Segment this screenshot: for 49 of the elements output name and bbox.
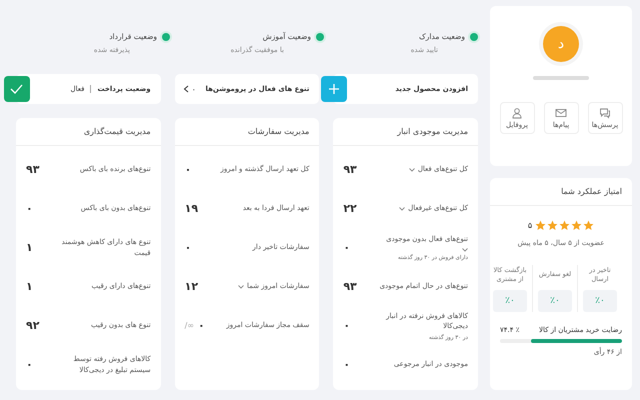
star-icon: [535, 220, 546, 231]
chevron-down-icon[interactable]: [408, 168, 415, 172]
row-value: ۹۳: [343, 280, 357, 293]
panel-title: مدیریت سفارشات: [174, 118, 320, 146]
promotion-count: ۰: [192, 84, 196, 94]
row-value: ۰: [26, 202, 33, 215]
plus-icon: [328, 83, 340, 95]
row-value: ۰: [184, 163, 192, 176]
chat-icon: [599, 107, 611, 119]
row-value: ۱: [26, 280, 33, 293]
status-dot: [316, 32, 324, 40]
star-icon: [559, 220, 570, 231]
panel-title: مدیریت قیمت‌گذاری: [16, 118, 161, 146]
row-value: ۰: [198, 319, 205, 332]
chevron-icon: [182, 85, 189, 93]
star-icon: [571, 220, 582, 231]
row-value: ۲۲: [343, 202, 357, 215]
avatar: د: [543, 26, 579, 62]
row-value: ۹۳: [26, 163, 40, 176]
rating-value: ۵: [528, 221, 532, 230]
row-value: ۰: [26, 358, 33, 371]
envelope-icon: [555, 107, 567, 119]
row-value: ۱: [26, 241, 33, 254]
status-dot: [470, 32, 478, 40]
card-title: امتیاز عملکرد شما: [490, 178, 632, 206]
check-icon: [10, 84, 24, 94]
limit-value: /∞: [184, 321, 194, 330]
add-button[interactable]: [321, 76, 348, 102]
metric-value: ٪۰: [538, 290, 572, 312]
row-value: ۱۲: [184, 280, 198, 293]
metric-value: ٪۰: [493, 290, 527, 312]
chevron-down-icon[interactable]: [238, 284, 244, 288]
star-icon: [583, 220, 594, 231]
row-value: ۰: [343, 358, 350, 371]
metric-value: ٪۰: [583, 290, 617, 312]
status-dot: [162, 32, 170, 40]
row-value: ۹۲: [26, 319, 40, 332]
row-value: ۰: [343, 319, 350, 332]
user-icon: [511, 107, 523, 119]
chevron-down-icon[interactable]: [399, 206, 406, 210]
row-value: ۱۹: [184, 202, 198, 215]
check-button[interactable]: [4, 76, 30, 102]
panel-title: مدیریت موجودی انبار: [333, 118, 478, 146]
chevron-down-icon[interactable]: [462, 248, 468, 252]
star-icon: [547, 220, 558, 231]
row-value: ۰: [343, 241, 350, 254]
name-placeholder-bar: [533, 76, 589, 80]
row-value: ۰: [184, 241, 192, 254]
row-value: ۹۳: [343, 163, 357, 176]
